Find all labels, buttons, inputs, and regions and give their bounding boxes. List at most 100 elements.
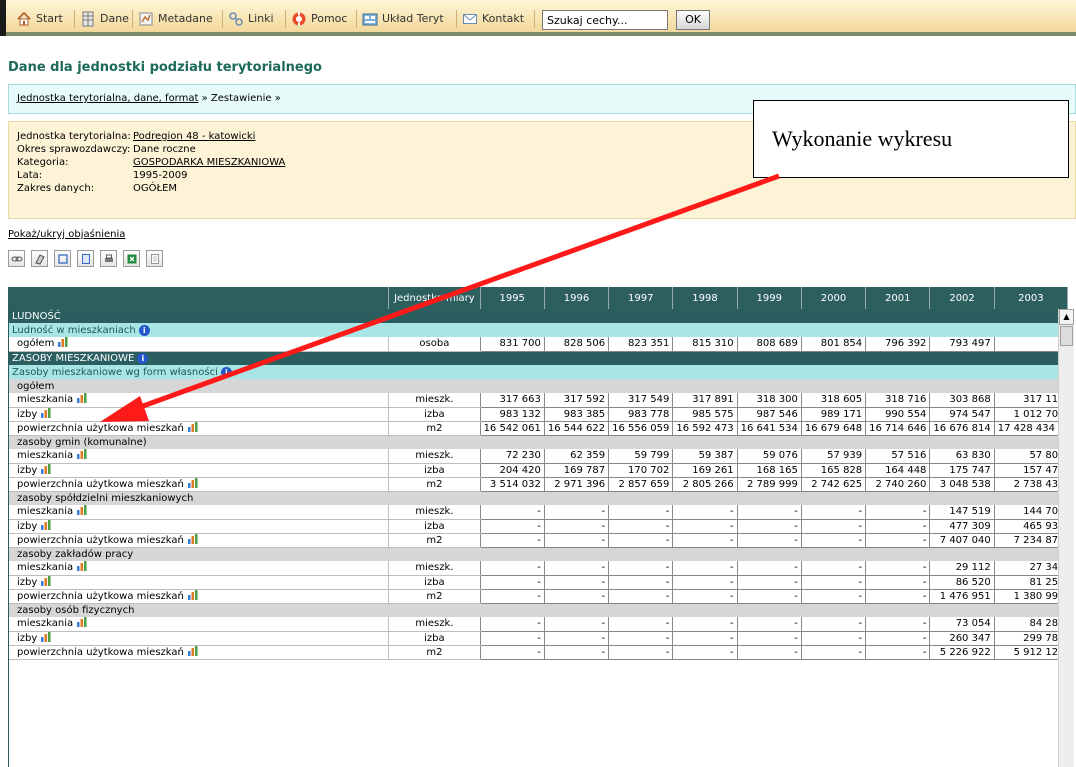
value-cell: - [736, 505, 802, 520]
info-icon[interactable]: i [137, 352, 149, 364]
info-value-link[interactable]: GOSPODARKA MIESZKANIOWA [133, 156, 285, 169]
header-year[interactable]: 2002 [929, 287, 995, 309]
table-row: mieszkania mieszk. - - - - - - -29 112 27 348 [9, 561, 1068, 576]
breadcrumb-current: Zestawienie » [210, 93, 281, 104]
value-cell: 169 261 [672, 463, 738, 478]
tag-icon[interactable] [31, 250, 48, 267]
value-cell: 164 448 [865, 463, 930, 478]
toolbar-kontakt[interactable]: Kontakt [462, 9, 524, 29]
info-icon[interactable]: i [138, 324, 150, 336]
value-cell: 157 476 [993, 463, 1068, 478]
header-unit[interactable]: Jednostka miary [388, 287, 481, 309]
section-label-cell: zasoby spółdzielni mieszkaniowych [9, 491, 1068, 505]
bar-chart-icon[interactable] [41, 463, 51, 474]
unit-cell: mieszk. [388, 561, 481, 576]
header-year[interactable]: 2003 [994, 287, 1068, 309]
value-cell: - [800, 589, 866, 604]
bar-chart-icon[interactable] [77, 617, 87, 628]
top-toolbar: Start Dane Metadane Linki Pomoc Układ Te… [0, 0, 1076, 36]
bar-chart-icon[interactable] [77, 449, 87, 460]
value-cell: - [672, 505, 738, 520]
section-label: zasoby zakładów pracy [17, 548, 134, 560]
value-cell: - [608, 533, 673, 548]
value-cell: 7 407 040 [929, 533, 995, 548]
bar-chart-icon[interactable] [41, 575, 51, 586]
value-cell: - [479, 617, 545, 632]
bar-chart-icon[interactable] [41, 407, 51, 418]
row-label-cell: powierzchnia użytkowa mieszkań [9, 421, 390, 436]
subsection-header-row: Ludność w mieszkaniach i [9, 323, 1068, 337]
toolbar-label: Pomoc [311, 12, 348, 25]
breadcrumb-link[interactable]: Jednostka terytorialna, dane, format [17, 93, 198, 104]
info-key: Jednostka terytorialna: [17, 131, 131, 142]
search-input[interactable] [542, 10, 668, 30]
value-cell: 16 592 473 [672, 421, 738, 436]
scroll-thumb[interactable] [1060, 326, 1073, 346]
value-cell: - [543, 617, 609, 632]
value-cell: 831 700 [479, 337, 545, 352]
bar-chart-icon[interactable] [41, 519, 51, 530]
vertical-scrollbar[interactable]: ▲ [1058, 309, 1074, 767]
fullscreen-icon[interactable] [54, 250, 71, 267]
bar-chart-icon[interactable] [187, 421, 198, 432]
info-icon[interactable]: i [220, 366, 232, 378]
section-label: LUDNOŚĆ [12, 310, 61, 322]
value-cell: - [479, 631, 545, 646]
header-year[interactable]: 1997 [608, 287, 674, 309]
bar-chart-icon[interactable] [187, 589, 198, 600]
table-row: powierzchnia użytkowa mieszkań m2 3 514 03… [9, 477, 1068, 492]
search-ok-button[interactable]: OK [676, 10, 710, 30]
unit-cell: izba [388, 407, 481, 422]
scroll-up-arrow-icon[interactable]: ▲ [1059, 309, 1074, 325]
section-label: zasoby osób fizycznych [17, 604, 135, 616]
info-value-link[interactable]: Podregion 48 - katowicki [133, 130, 255, 143]
toolbar-label: Układ Teryt [382, 12, 444, 25]
toolbar-dane[interactable]: Dane [80, 9, 129, 29]
bar-chart-icon[interactable] [187, 645, 198, 656]
table-row: izby izba 983 132 983 385 983 778 985 575 987 … [9, 407, 1068, 422]
bar-chart-icon[interactable] [77, 561, 87, 572]
toolbar-uklad-teryt[interactable]: Układ Teryt [362, 9, 444, 29]
bar-chart-icon[interactable] [77, 393, 87, 404]
excel-icon[interactable] [123, 250, 140, 267]
header-year[interactable]: 1999 [737, 287, 802, 309]
bar-chart-icon[interactable] [58, 337, 68, 348]
toggle-explanations-link[interactable]: Pokaż/ukryj objaśnienia [8, 229, 125, 240]
annotation-callout: Wykonanie wykresu [753, 100, 1069, 178]
header-year[interactable]: 1996 [544, 287, 610, 309]
document-icon[interactable] [77, 250, 94, 267]
notes-icon[interactable] [146, 250, 163, 267]
value-cell: 59 076 [736, 449, 802, 464]
header-year[interactable]: 1998 [672, 287, 738, 309]
value-cell: 29 112 [929, 561, 995, 576]
section-label: zasoby spółdzielni mieszkaniowych [17, 492, 194, 504]
bar-chart-icon[interactable] [77, 505, 87, 516]
bar-chart-icon[interactable] [187, 477, 198, 488]
header-year[interactable]: 2000 [801, 287, 867, 309]
bar-chart-icon[interactable] [41, 631, 51, 642]
info-value: Dane roczne [133, 144, 196, 155]
info-key: Kategoria: [17, 157, 69, 168]
value-cell: 27 348 [993, 561, 1068, 576]
value-cell: 828 506 [543, 337, 609, 352]
toolbar-start[interactable]: Start [16, 9, 63, 29]
value-cell: - [800, 505, 866, 520]
header-empty [9, 287, 390, 309]
header-year[interactable]: 2001 [865, 287, 931, 309]
value-cell: - [672, 645, 738, 660]
value-cell: - [608, 617, 673, 632]
link-icon[interactable] [8, 250, 25, 267]
header-year[interactable]: 1995 [480, 287, 545, 309]
toolbar-metadane[interactable]: Metadane [138, 9, 213, 29]
toolbar-pomoc[interactable]: Pomoc [291, 9, 347, 29]
group-header-row: ogółem [9, 379, 1068, 393]
value-cell: 81 256 [993, 575, 1068, 590]
table-row: ogółem osoba 831 700 828 506 823 351 815 310 8… [9, 337, 1068, 352]
table-row: mieszkania mieszk. 72 230 62 359 59 799 59 38… [9, 449, 1068, 464]
value-cell: 318 605 [800, 393, 866, 408]
bar-chart-icon[interactable] [187, 533, 198, 544]
toolbar-linki[interactable]: Linki [228, 9, 274, 29]
value-cell: - [672, 561, 738, 576]
table-row: izby izba - - - - - - -86 520 81 256 [9, 575, 1068, 590]
print-icon[interactable] [100, 250, 117, 267]
